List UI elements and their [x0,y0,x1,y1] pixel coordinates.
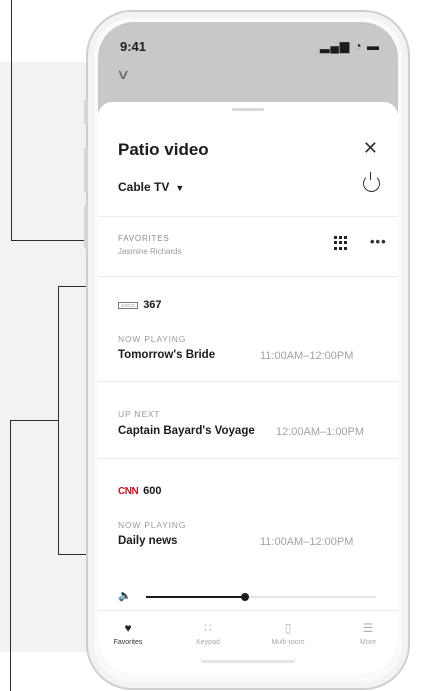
tab-label: More [360,639,376,646]
speaker-icon[interactable]: 🔈 [118,589,132,602]
divider [98,381,398,382]
keypad-icon: ∷ [204,621,212,635]
divider [98,610,398,611]
channel-number: 600 [143,485,162,497]
up-next-time: 12:00AM–1:00PM [276,426,365,438]
tab-multi-room[interactable]: ▯ Multi-room [258,620,318,646]
tab-label: Keypad [196,639,220,646]
divider [98,458,398,459]
tab-bar: ♥ Favorites ∷ Keypad ▯ Multi-room ☰ More [98,620,398,660]
phone-side-button-2 [84,148,88,192]
phone-side-button-3 [84,205,88,249]
channel-logo: ▭▭▭ [118,301,139,309]
tab-label: Multi-room [271,639,305,646]
phone-screen: 9:41 ▂▄▆ ◔ ▬ ∨ Patio video ✕ Cable TV ▼ F… [98,22,398,674]
status-time: 9:41 [120,39,147,54]
now-playing-title[interactable]: Tomorrow's Bride [118,349,215,361]
chevron-down-icon[interactable]: ∨ [116,66,130,83]
phone-side-button-1 [84,100,88,124]
now-playing-label: NOW PLAYING [118,334,187,344]
grid-view-icon[interactable] [334,236,348,250]
now-playing-time: 11:00AM–12:00PM [260,350,354,362]
more-options-icon[interactable]: ••• [370,234,387,249]
now-playing-title[interactable]: Daily news [118,535,177,547]
room-title: Patio video [118,140,209,159]
now-playing-time: 11:00AM–12:00PM [260,536,354,548]
bracket-line-channels [58,286,59,554]
close-icon[interactable]: ✕ [363,138,378,159]
tab-favorites[interactable]: ♥ Favorites [98,620,158,646]
up-next-label: UP NEXT [118,409,161,419]
signal-wifi-battery-icon: ▂▄▆ ◔ ▬ [320,39,380,53]
divider [98,216,398,217]
channel-header[interactable]: ▭▭▭ 367 [118,299,162,311]
status-bar: 9:41 ▂▄▆ ◔ ▬ [98,22,398,66]
volume-thumb[interactable] [240,593,249,601]
tab-label: Favorites [113,639,143,646]
sheet-grabber[interactable] [232,108,264,111]
favorites-label: FAVORITES [118,234,170,243]
up-next-title[interactable]: Captain Bayard's Voyage [118,425,255,437]
cnn-logo: CNN [118,485,139,497]
callout-line-channels-horizontal [10,420,58,421]
channel-number: 367 [143,299,162,311]
source-label: Cable TV [118,180,170,194]
tab-keypad[interactable]: ∷ Keypad [178,620,238,646]
channel-header[interactable]: CNN 600 [118,485,162,497]
volume-slider[interactable] [146,593,376,601]
divider [98,276,398,277]
now-playing-label: NOW PLAYING [118,520,187,530]
power-icon[interactable] [363,172,380,192]
caret-down-icon: ▼ [175,183,185,193]
callout-line-channels-vertical [10,420,11,691]
favorites-user: Jasmine Richards [118,247,182,256]
callout-line-favorites-vertical [11,0,12,240]
room-sheet: Patio video ✕ Cable TV ▼ FAVORITES Jasmin… [98,102,398,674]
tab-more[interactable]: ☰ More [338,620,398,646]
home-indicator [201,660,295,663]
heart-icon: ♥ [124,621,132,635]
multi-room-icon: ▯ [284,621,292,635]
sliders-icon: ☰ [362,621,374,635]
source-selector[interactable]: Cable TV ▼ [118,180,184,194]
volume-fill [146,596,245,598]
